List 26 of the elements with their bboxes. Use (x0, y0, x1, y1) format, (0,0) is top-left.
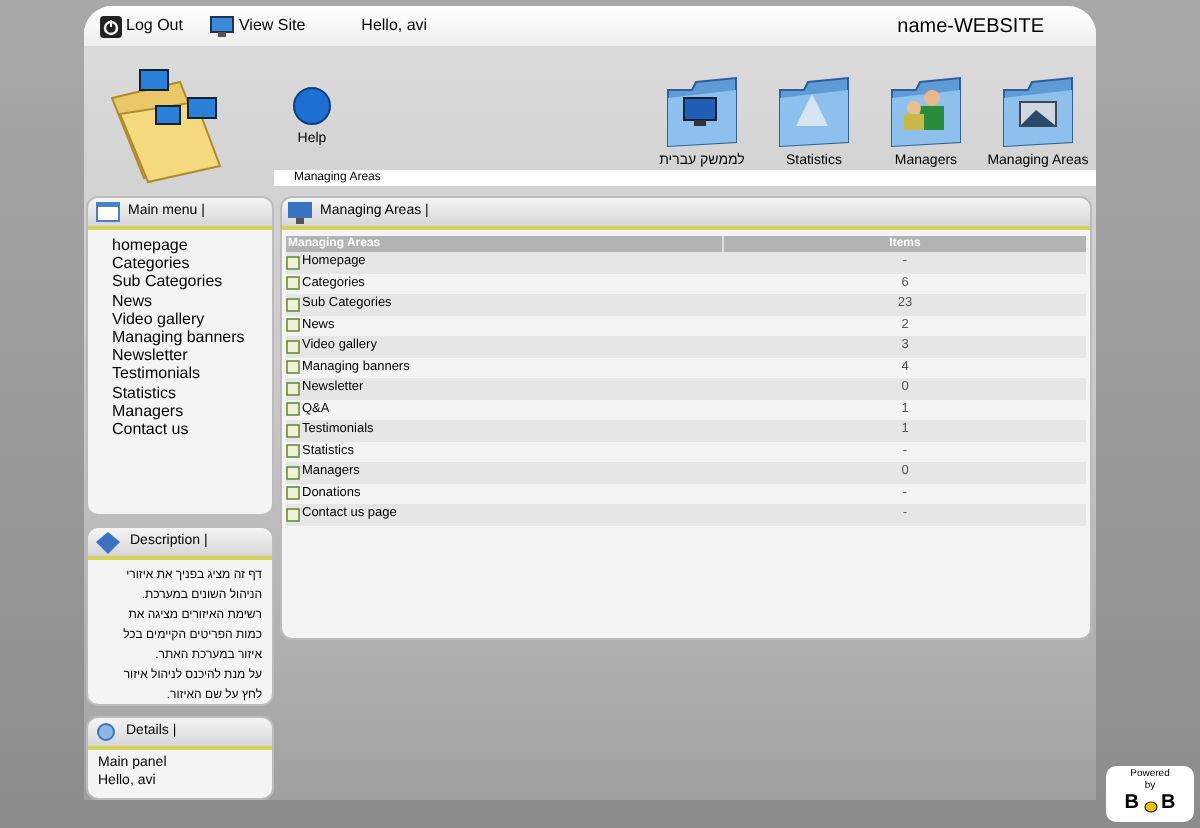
menu-link[interactable]: homepage (112, 236, 272, 255)
greeting-text: Hello, avi (361, 14, 428, 39)
monitor-icon (210, 15, 235, 38)
diamond-icon (94, 531, 122, 553)
bee-icon (1143, 800, 1157, 814)
folder-icon[interactable] (664, 74, 740, 151)
power-icon (100, 15, 122, 38)
top-link[interactable]: Log Out (100, 14, 183, 39)
monitor-icon (288, 200, 312, 224)
menu-link[interactable]: Testimonials (112, 364, 272, 384)
logo-letter: B (1124, 792, 1139, 814)
menu-link[interactable]: Sub Categories (112, 272, 272, 292)
site-name: name-WEBSITE (897, 13, 1044, 42)
menu-link[interactable]: Managing banners (112, 328, 272, 347)
logo-letter: B (1161, 792, 1176, 814)
menu-link[interactable]: Newsletter (112, 346, 272, 365)
window-icon (96, 202, 120, 222)
top-link[interactable]: View Site (210, 14, 306, 39)
menu-link[interactable]: Video gallery (112, 309, 272, 329)
menu-link[interactable]: Categories (112, 254, 272, 273)
menu-link[interactable]: News (112, 291, 272, 310)
folder-icon[interactable] (776, 74, 852, 151)
menu-link[interactable]: Contact us (112, 420, 272, 439)
menu-link[interactable]: Managers (112, 401, 272, 421)
folder-icon[interactable] (1000, 74, 1076, 151)
menu-link[interactable]: Statistics (112, 383, 272, 402)
